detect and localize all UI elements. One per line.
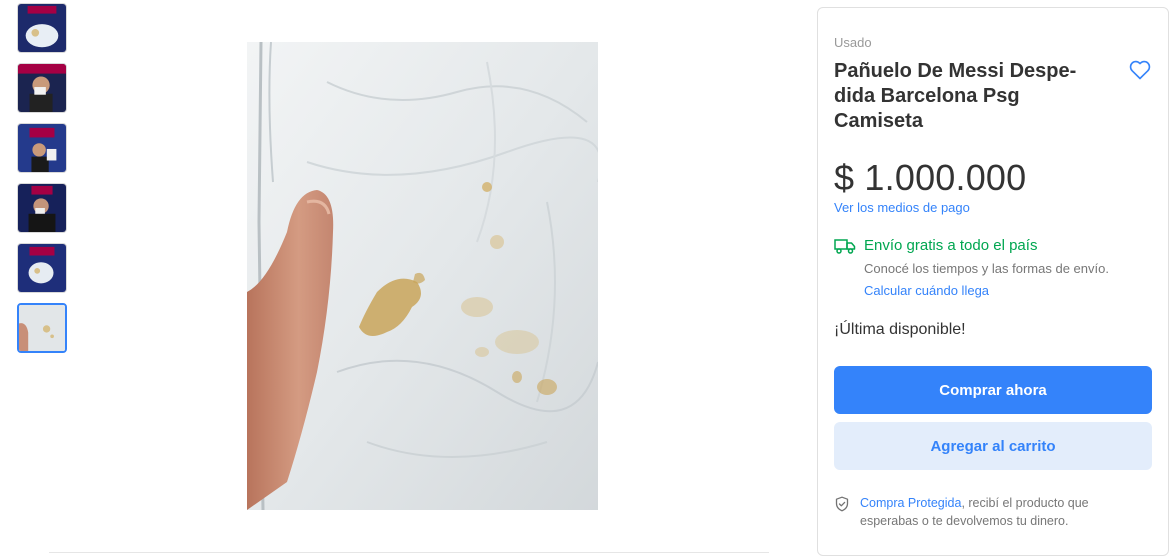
thumbnail-5-image — [18, 244, 66, 292]
favorite-button[interactable] — [1128, 58, 1152, 82]
thumbnail-3[interactable] — [17, 123, 67, 173]
content-divider — [49, 552, 769, 553]
shipping-description: Conocé los tiempos y las formas de envío… — [864, 261, 1109, 276]
product-title: Pañuelo De Messi Despe-dida Barcelona Ps… — [834, 60, 1077, 132]
truck-icon — [834, 239, 856, 254]
payment-methods-link[interactable]: Ver los medios de pago — [834, 200, 970, 215]
thumbnail-6[interactable] — [17, 303, 67, 353]
stock-status: ¡Última disponible! — [834, 321, 966, 338]
purchase-protection-link[interactable]: Compra Protegida — [860, 496, 961, 510]
product-price: $ 1.000.000 — [834, 157, 1027, 198]
calculate-arrival-link[interactable]: Calcular cuándo llega — [864, 283, 989, 298]
thumbnail-5[interactable] — [17, 243, 67, 293]
condition-label: Usado — [834, 35, 872, 50]
buy-now-button[interactable]: Comprar ahora — [834, 366, 1152, 414]
thumbnail-3-image — [18, 124, 66, 172]
purchase-protection-text: Compra Protegida, recibí el producto que… — [860, 494, 1150, 530]
thumbnail-2-image — [18, 64, 66, 112]
main-product-photo — [247, 42, 598, 510]
shield-check-icon — [835, 496, 849, 512]
thumbnail-1[interactable] — [17, 3, 67, 53]
thumbnail-list — [17, 3, 67, 363]
thumbnail-6-image — [19, 305, 65, 351]
thumbnail-4[interactable] — [17, 183, 67, 233]
thumbnail-1-image — [18, 4, 66, 52]
heart-icon — [1129, 60, 1151, 80]
free-shipping-title: Envío gratis a todo el país — [864, 237, 1038, 254]
purchase-panel: Usado Pañuelo De Messi Despe-dida Barcel… — [817, 7, 1169, 556]
thumbnail-4-image — [18, 184, 66, 232]
thumbnail-2[interactable] — [17, 63, 67, 113]
main-product-image[interactable] — [247, 42, 598, 510]
add-to-cart-button[interactable]: Agregar al carrito — [834, 422, 1152, 470]
